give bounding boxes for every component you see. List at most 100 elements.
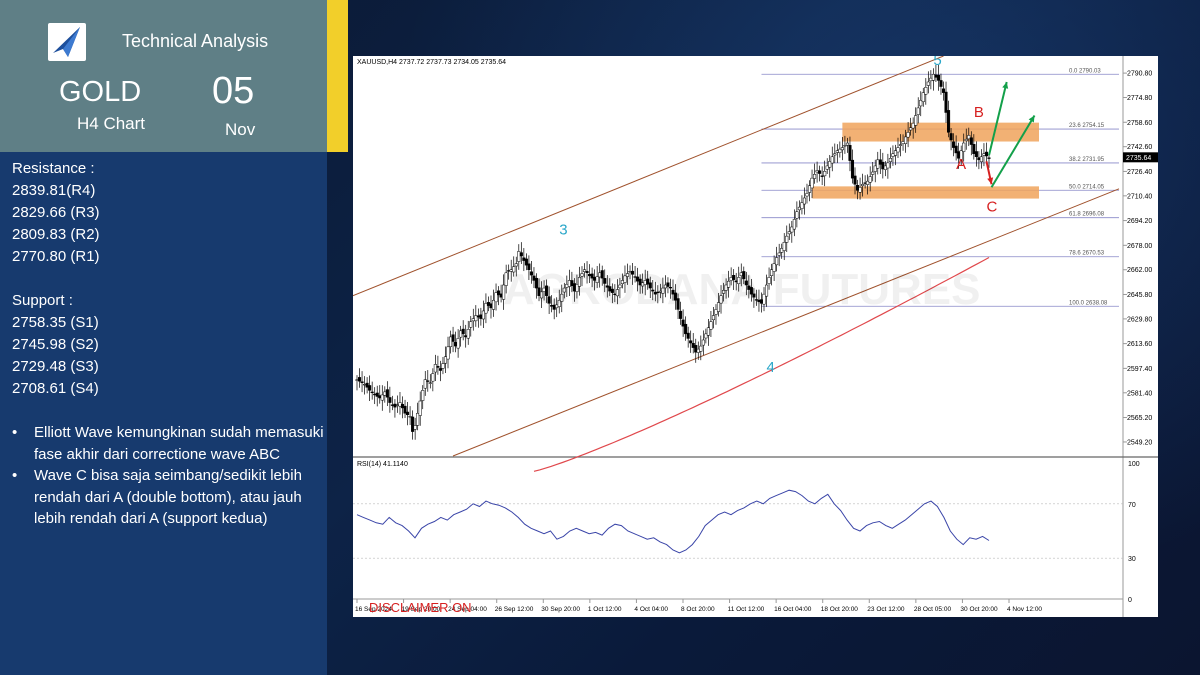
candle-body <box>931 74 935 81</box>
candle-body <box>883 165 887 170</box>
candle-body <box>850 159 855 179</box>
candle-body <box>428 382 432 384</box>
candle-body <box>914 115 918 126</box>
candle-body <box>499 293 503 298</box>
support-level: 2745.98 (S2) <box>12 336 99 353</box>
candle-body <box>413 425 417 430</box>
time-tick-label: 30 Oct 20:00 <box>960 606 998 613</box>
price-tick-label: 2662.00 <box>1127 267 1152 274</box>
timeframe-label: H4 Chart <box>77 114 146 133</box>
price-tick-label: 2565.20 <box>1127 415 1152 422</box>
candle-body <box>795 211 799 219</box>
candle-body <box>838 148 842 153</box>
candle-body <box>866 180 870 185</box>
candle-body <box>947 110 951 133</box>
candle-body <box>517 251 521 262</box>
candle-body <box>898 144 903 146</box>
candle-body <box>807 185 812 193</box>
fib-label: 78.6 2670.53 <box>1069 251 1105 257</box>
candle-body <box>431 373 435 382</box>
candle-body <box>886 162 890 169</box>
price-tick-label: 2549.20 <box>1127 439 1152 446</box>
price-tick-label: 2710.40 <box>1127 193 1152 200</box>
symbol-label: GOLD <box>59 76 142 108</box>
candle-body <box>979 156 983 163</box>
candle-body <box>416 413 420 426</box>
candle-body <box>441 363 445 369</box>
fib-label: 50.0 2714.05 <box>1069 184 1105 190</box>
candle-body <box>833 153 837 156</box>
candle-body <box>375 392 379 397</box>
resistance-zone <box>842 122 1039 142</box>
candle-body <box>800 202 804 209</box>
bullet-icon: • <box>12 424 18 441</box>
candle-body <box>378 395 382 399</box>
candle-body <box>785 235 789 243</box>
candle-body <box>355 379 359 381</box>
wave-label: 3 <box>559 222 567 239</box>
candle-body <box>395 404 399 406</box>
abc-label: A <box>956 156 966 173</box>
candle-body <box>398 402 402 407</box>
candle-body <box>433 364 437 373</box>
candle-body <box>423 379 427 389</box>
candle-body <box>896 147 900 153</box>
candle-body <box>777 252 781 256</box>
candle-body <box>797 206 801 211</box>
candle-body <box>481 310 485 320</box>
candle-body <box>704 333 708 339</box>
candle-body <box>694 345 698 353</box>
candle-body <box>805 193 809 197</box>
candle-body <box>921 92 925 102</box>
price-tick-label: 2790.80 <box>1127 71 1152 78</box>
time-tick-label: 18 Oct 20:00 <box>821 606 859 613</box>
candle-body <box>858 187 862 193</box>
candle-body <box>383 391 387 396</box>
candle-body <box>522 257 526 261</box>
date-month: Nov <box>225 120 256 139</box>
candle-body <box>855 184 860 191</box>
candle-body <box>830 156 834 164</box>
candle-body <box>464 335 468 338</box>
candle-body <box>909 127 913 131</box>
candle-body <box>400 403 405 409</box>
chart-panel: 0.0 2790.03 23.6 2754.15 38.2 2731.95 50.0 … <box>352 52 1158 617</box>
candle-body <box>952 141 956 148</box>
candle-body <box>711 315 715 321</box>
candle-body <box>848 145 852 161</box>
fib-label: 0.0 2790.03 <box>1069 68 1101 74</box>
price-tick-label: 2645.80 <box>1127 292 1152 299</box>
note-item: • Elliott Wave kemungkinan sudah memasuk… <box>12 422 327 465</box>
candle-body <box>497 290 501 296</box>
candle-body <box>466 329 470 339</box>
candle-body <box>845 142 849 146</box>
candle-body <box>924 87 928 95</box>
candle-body <box>479 314 483 319</box>
candle-body <box>456 338 460 349</box>
candle-body <box>944 91 948 113</box>
candle-body <box>782 242 786 251</box>
price-tick-label: 2758.60 <box>1127 120 1152 127</box>
note-text: Elliott Wave kemungkinan sudah memasuki … <box>34 424 324 463</box>
candle-body <box>977 157 981 161</box>
candle-body <box>701 339 705 346</box>
candle-body <box>681 319 685 327</box>
candle-body <box>691 342 695 348</box>
candle-body <box>878 159 882 165</box>
bullet-icon: • <box>12 467 18 484</box>
time-tick-label: 4 Oct 04:00 <box>634 606 668 613</box>
candle-body <box>411 416 415 432</box>
candle-body <box>459 330 463 338</box>
candle-body <box>426 380 430 382</box>
candle-body <box>936 74 940 81</box>
candle-body <box>484 303 488 314</box>
wave-label: 4 <box>767 359 775 376</box>
price-tick-label: 2774.80 <box>1127 95 1152 102</box>
candle-body <box>380 394 384 401</box>
chart-header: XAUUSD,H4 2737.72 2737.73 2734.05 2735.6… <box>357 59 506 66</box>
candle-body <box>469 321 473 328</box>
candle-body <box>443 356 448 364</box>
candle-body <box>696 348 700 353</box>
candle-body <box>934 74 938 78</box>
